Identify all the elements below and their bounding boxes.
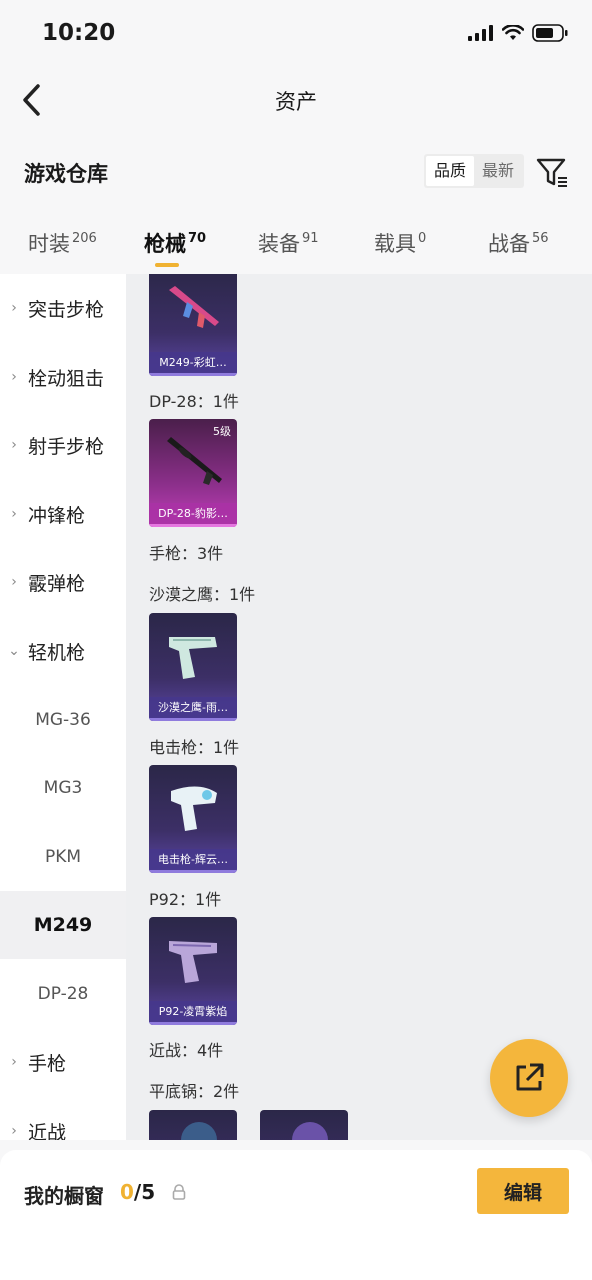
item-card-pan-1[interactable]	[149, 1110, 237, 1140]
sidebar-item-label: 栓动狙击	[28, 367, 105, 390]
sort-toggle: 品质 最新	[424, 154, 524, 188]
showcase-bar: 我的橱窗 0/5 编辑	[0, 1150, 592, 1280]
tab-equipment[interactable]: 装备 91	[258, 228, 319, 258]
sidebar-item-lmg[interactable]: ⌄ 轻机枪	[0, 617, 126, 685]
item-caption: M249-彩虹…	[149, 352, 237, 376]
edit-button[interactable]: 编辑	[477, 1168, 569, 1214]
item-card-stun-gun[interactable]: 电击枪-辉云…	[149, 765, 237, 873]
m249-weapon-icon	[169, 286, 219, 328]
tab-firearms[interactable]: 枪械 70	[144, 228, 206, 258]
sidebar-sub-pkm[interactable]: PKM	[0, 823, 126, 891]
tab-count: 206	[72, 231, 97, 246]
desert-eagle-weapon-icon	[169, 637, 217, 679]
status-icons	[468, 24, 568, 42]
tab-count: 91	[302, 231, 319, 246]
status-time: 10:20	[42, 20, 116, 46]
nav-bar: 资产	[0, 70, 592, 130]
sidebar-item-marksman-rifle[interactable]: › 射手步枪	[0, 411, 126, 479]
tab-label: 枪械	[144, 232, 186, 256]
group-label-stun-gun: 电击枪：1件	[149, 738, 240, 757]
status-bar: 10:20	[0, 0, 592, 70]
sort-quality-button[interactable]: 品质	[426, 156, 474, 186]
lock-icon	[172, 1184, 186, 1200]
tab-label: 战备	[488, 232, 530, 256]
wifi-icon	[502, 25, 524, 40]
pan-weapon-icon	[181, 1122, 217, 1140]
tab-label: 时装	[28, 232, 70, 256]
sidebar-item-smg[interactable]: › 冲锋枪	[0, 480, 126, 548]
chevron-right-icon: ›	[11, 369, 17, 385]
item-card-dp28[interactable]: 5级 DP-28-豹影…	[149, 419, 237, 527]
chevron-right-icon: ›	[11, 506, 17, 522]
item-card-pan-2[interactable]	[260, 1110, 348, 1140]
share-button[interactable]	[490, 1039, 568, 1117]
sidebar-item-assault-rifle[interactable]: › 突击步枪	[0, 274, 126, 342]
group-label-p92: P92：1件	[149, 890, 222, 909]
showcase-count-current: 0	[120, 1180, 134, 1204]
stun-gun-weapon-icon	[171, 786, 217, 831]
filter-button[interactable]	[534, 154, 570, 190]
tab-label: 装备	[258, 232, 300, 256]
chevron-right-icon: ›	[11, 574, 17, 590]
pan-weapon-icon	[292, 1122, 328, 1140]
chevron-right-icon: ›	[11, 1123, 17, 1139]
sidebar-item-melee[interactable]: › 近战	[0, 1097, 126, 1141]
sidebar-item-label: 冲锋枪	[28, 504, 86, 527]
sidebar-item-label: 射手步枪	[28, 435, 105, 458]
warehouse-header: 游戏仓库 品质 最新	[0, 150, 592, 196]
tab-count: 56	[532, 231, 549, 246]
sidebar-item-label: 近战	[28, 1121, 67, 1141]
chevron-right-icon: ›	[11, 1054, 17, 1070]
p92-weapon-icon	[169, 941, 217, 983]
showcase-label: 我的橱窗	[24, 1184, 104, 1208]
sidebar-item-shotgun[interactable]: › 霰弹枪	[0, 548, 126, 616]
tab-count: 0	[418, 231, 427, 246]
sidebar-item-bolt-sniper[interactable]: › 栓动狙击	[0, 343, 126, 411]
item-card-desert-eagle[interactable]: 沙漠之鹰-雨…	[149, 613, 237, 721]
sidebar-sub-mg36[interactable]: MG-36	[0, 686, 126, 754]
sidebar-item-label: 霰弹枪	[28, 572, 86, 595]
sidebar-item-label: 手枪	[28, 1052, 67, 1075]
item-list: M249-彩虹… DP-28：1件 5级 DP-28-豹影… 手枪：3件 沙漠之…	[126, 274, 592, 1140]
battery-icon	[532, 24, 568, 42]
showcase-count-total: /5	[133, 1180, 156, 1204]
dp28-weapon-icon	[167, 437, 222, 485]
sidebar-item-label: 突击步枪	[28, 298, 105, 321]
item-caption: 沙漠之鹰-雨…	[149, 697, 237, 721]
group-label-desert-eagle: 沙漠之鹰：1件	[149, 585, 256, 604]
category-tabs: 时装 206 枪械 70 装备 91 载具 0 战备 56	[0, 222, 592, 274]
sidebar-sub-mg3[interactable]: MG3	[0, 754, 126, 822]
item-card-m249[interactable]: M249-彩虹…	[149, 274, 237, 376]
category-sidebar: › 突击步枪 › 栓动狙击 › 射手步枪 › 冲锋枪 › 霰弹枪 ⌄ 轻机枪 MG-36 M…	[0, 274, 126, 1140]
chevron-right-icon: ›	[11, 300, 17, 316]
group-label-melee: 近战：4件	[149, 1041, 224, 1060]
tab-vehicles[interactable]: 载具 0	[374, 228, 426, 258]
chevron-right-icon: ›	[11, 437, 17, 453]
group-label-dp28: DP-28：1件	[149, 392, 239, 411]
signal-icon	[468, 25, 493, 41]
item-caption: 电击枪-辉云…	[149, 849, 237, 873]
warehouse-title: 游戏仓库	[24, 162, 108, 186]
group-label-pistol: 手枪：3件	[149, 544, 224, 563]
sidebar-sub-m249[interactable]: M249	[0, 891, 126, 959]
sidebar-sub-dp28[interactable]: DP-28	[0, 960, 126, 1028]
tab-gear[interactable]: 战备 56	[488, 228, 549, 258]
tab-fashion[interactable]: 时装 206	[28, 228, 97, 258]
sidebar-item-label: 轻机枪	[28, 641, 86, 664]
item-caption: DP-28-豹影…	[149, 503, 237, 527]
item-card-p92[interactable]: P92-凌霄紫焰	[149, 917, 237, 1025]
active-tab-indicator	[155, 263, 179, 267]
group-label-pan: 平底锅：2件	[149, 1082, 240, 1101]
page-title: 资产	[275, 90, 317, 114]
tab-count: 70	[188, 231, 207, 246]
sidebar-item-pistol[interactable]: › 手枪	[0, 1028, 126, 1096]
external-link-icon	[516, 1063, 544, 1091]
chevron-down-icon: ⌄	[8, 643, 20, 659]
filter-icon	[536, 158, 567, 187]
item-caption: P92-凌霄紫焰	[149, 1001, 237, 1025]
tab-label: 载具	[374, 232, 416, 256]
sort-latest-button[interactable]: 最新	[474, 156, 522, 186]
showcase-count: 0/5	[120, 1180, 155, 1204]
